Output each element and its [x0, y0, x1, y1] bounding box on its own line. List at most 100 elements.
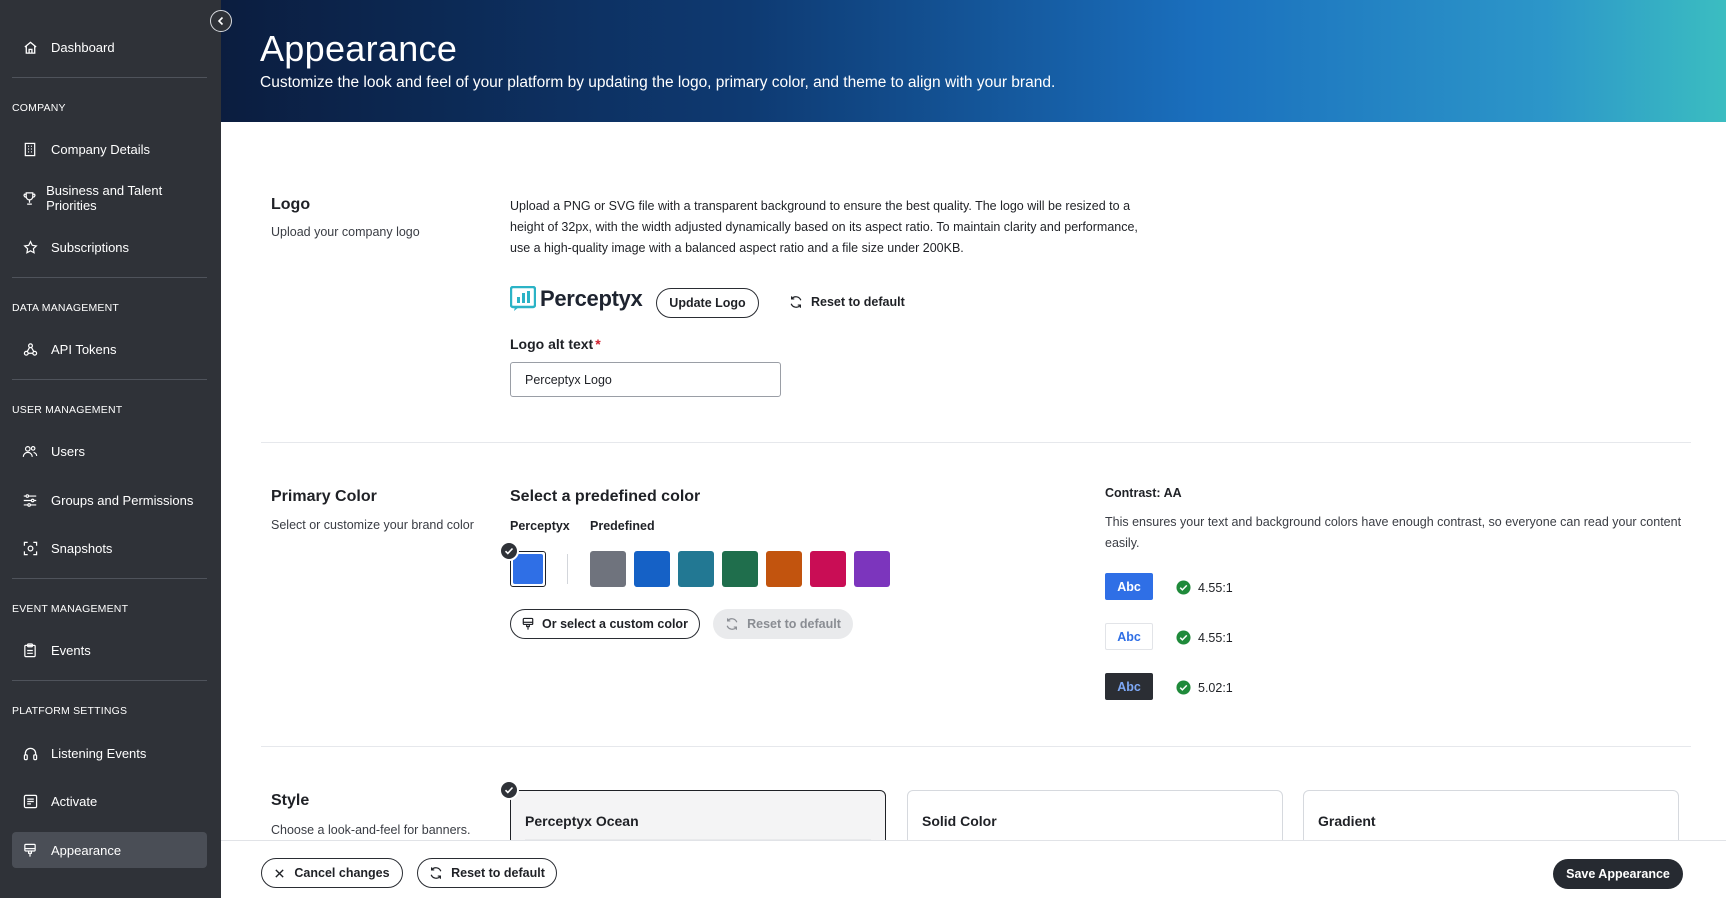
- check-circle-icon: [1176, 580, 1191, 595]
- update-logo-button[interactable]: Update Logo: [656, 288, 759, 318]
- color-swatch-predefined[interactable]: [590, 551, 626, 587]
- cancel-changes-button[interactable]: Cancel changes: [261, 858, 403, 888]
- sidebar-item-label: Groups and Permissions: [51, 492, 194, 508]
- custom-color-button[interactable]: Or select a custom color: [510, 609, 700, 639]
- contrast-sample-white-bg: Abc: [1105, 623, 1153, 650]
- sidebar-item-label: Activate: [51, 793, 98, 809]
- reset-color-button[interactable]: Reset to default: [713, 609, 853, 639]
- contrast-ratio-value: 4.55:1: [1198, 580, 1233, 595]
- logo-alt-text-input[interactable]: [510, 362, 781, 397]
- contrast-sample-primary-bg: Abc: [1105, 573, 1153, 600]
- building-icon: [22, 141, 38, 157]
- sidebar-item-groups-permissions[interactable]: Groups and Permissions: [12, 482, 207, 518]
- clipboard-icon: [22, 642, 38, 658]
- style-option-label: Gradient: [1318, 813, 1376, 829]
- sidebar-item-activate[interactable]: Activate: [12, 783, 207, 819]
- collapse-sidebar-button[interactable]: [210, 10, 232, 32]
- logo-alt-text-label-text: Logo alt text: [510, 336, 594, 352]
- chevron-left-icon: [216, 16, 226, 26]
- sidebar-item-subscriptions[interactable]: Subscriptions: [12, 229, 207, 265]
- logo-section-title: Logo: [271, 196, 311, 213]
- perceptyx-color-label: Perceptyx: [510, 519, 570, 533]
- sidebar-divider: [12, 680, 207, 681]
- primary-color-section-description: Select or customize your brand color: [271, 518, 474, 532]
- selected-check-icon: [499, 541, 519, 561]
- action-footer: Cancel changes Reset to default Save App…: [221, 840, 1726, 898]
- section-divider: [261, 746, 1691, 747]
- sidebar-divider: [12, 277, 207, 278]
- sidebar-item-events[interactable]: Events: [12, 632, 207, 668]
- check-circle-icon: [1176, 630, 1191, 645]
- sidebar-item-dashboard[interactable]: Dashboard: [12, 29, 207, 65]
- brush-icon: [522, 617, 534, 631]
- predefined-color-label: Predefined: [590, 519, 655, 533]
- save-appearance-button[interactable]: Save Appearance: [1553, 859, 1683, 889]
- trophy-icon: [22, 190, 37, 206]
- color-swatch-predefined[interactable]: [766, 551, 802, 587]
- sidebar-item-company-details[interactable]: Company Details: [12, 131, 207, 167]
- sidebar-section-platform-settings: PLATFORM SETTINGS: [12, 705, 128, 717]
- refresh-icon: [789, 295, 803, 309]
- reset-to-default-button[interactable]: Reset to default: [417, 858, 557, 888]
- selected-check-icon: [499, 780, 519, 800]
- sidebar-item-listening-events[interactable]: Listening Events: [12, 735, 207, 771]
- sidebar-item-snapshots[interactable]: Snapshots: [12, 530, 207, 566]
- predefined-color-heading: Select a predefined color: [510, 488, 701, 505]
- style-option-label: Solid Color: [922, 813, 997, 829]
- style-section-description: Choose a look-and-feel for banners.: [271, 823, 471, 837]
- contrast-ratio: 4.55:1: [1176, 630, 1233, 645]
- sidebar-item-label: API Tokens: [51, 341, 117, 357]
- style-option-label: Perceptyx Ocean: [525, 813, 639, 829]
- sidebar-section-user-management: USER MANAGEMENT: [12, 404, 123, 416]
- company-logo: Perceptyx: [509, 285, 643, 312]
- logo-wordmark: Perceptyx: [540, 286, 643, 311]
- contrast-ratio: 4.55:1: [1176, 580, 1233, 595]
- refresh-icon: [429, 866, 443, 880]
- webhook-icon: [22, 341, 38, 357]
- sidebar-item-label: Users: [51, 443, 85, 459]
- contrast-title: Contrast: AA: [1105, 486, 1182, 500]
- contrast-description: This ensures your text and background co…: [1105, 515, 1682, 550]
- sidebar-divider: [12, 77, 207, 78]
- cancel-changes-label: Cancel changes: [294, 866, 390, 880]
- headphones-icon: [22, 745, 38, 761]
- color-swatch-predefined[interactable]: [634, 551, 670, 587]
- home-icon: [22, 39, 38, 55]
- style-section-title: Style: [271, 792, 310, 809]
- sidebar-item-label: Listening Events: [51, 745, 147, 761]
- main-content: Logo Upload your company logo Upload a P…: [221, 122, 1726, 853]
- color-swatch-predefined[interactable]: [678, 551, 714, 587]
- refresh-icon: [725, 617, 739, 631]
- color-swatch-predefined[interactable]: [810, 551, 846, 587]
- logo-alt-text-label: Logo alt text *: [510, 336, 601, 352]
- sidebar-item-label: Events: [51, 642, 91, 658]
- sidebar-item-label: Snapshots: [51, 540, 113, 556]
- sidebar-divider: [12, 379, 207, 380]
- groups-icon: [22, 492, 38, 508]
- contrast-sample-dark-bg: Abc: [1105, 673, 1153, 700]
- sidebar-item-label: Company Details: [51, 141, 150, 157]
- color-swatch-predefined[interactable]: [854, 551, 890, 587]
- sidebar-item-label: Business and Talent Priorities: [46, 183, 163, 213]
- star-icon: [22, 239, 38, 255]
- sidebar-item-users[interactable]: Users: [12, 433, 207, 469]
- sidebar-item-label: Dashboard: [51, 39, 115, 55]
- sidebar-item-business-talent[interactable]: Business and Talent Priorities: [12, 180, 207, 216]
- reset-color-label: Reset to default: [747, 617, 841, 631]
- required-mark: *: [595, 336, 601, 352]
- section-divider: [261, 442, 1691, 443]
- sidebar-item-api-tokens[interactable]: API Tokens: [12, 331, 207, 367]
- sidebar-item-appearance[interactable]: Appearance: [12, 832, 207, 868]
- reset-logo-button[interactable]: Reset to default: [789, 295, 905, 309]
- custom-color-label: Or select a custom color: [542, 617, 688, 631]
- perceptyx-logo-icon: [509, 285, 537, 312]
- brush-icon: [22, 842, 38, 858]
- check-circle-icon: [1176, 680, 1191, 695]
- sidebar-item-label: Subscriptions: [51, 239, 130, 255]
- sidebar-item-label: Appearance: [51, 842, 122, 858]
- page-title: Appearance: [260, 28, 458, 69]
- page-header: Appearance Customize the look and feel o…: [221, 0, 1726, 122]
- color-swatch-predefined[interactable]: [722, 551, 758, 587]
- sidebar-divider: [12, 578, 207, 579]
- activate-icon: [22, 793, 38, 809]
